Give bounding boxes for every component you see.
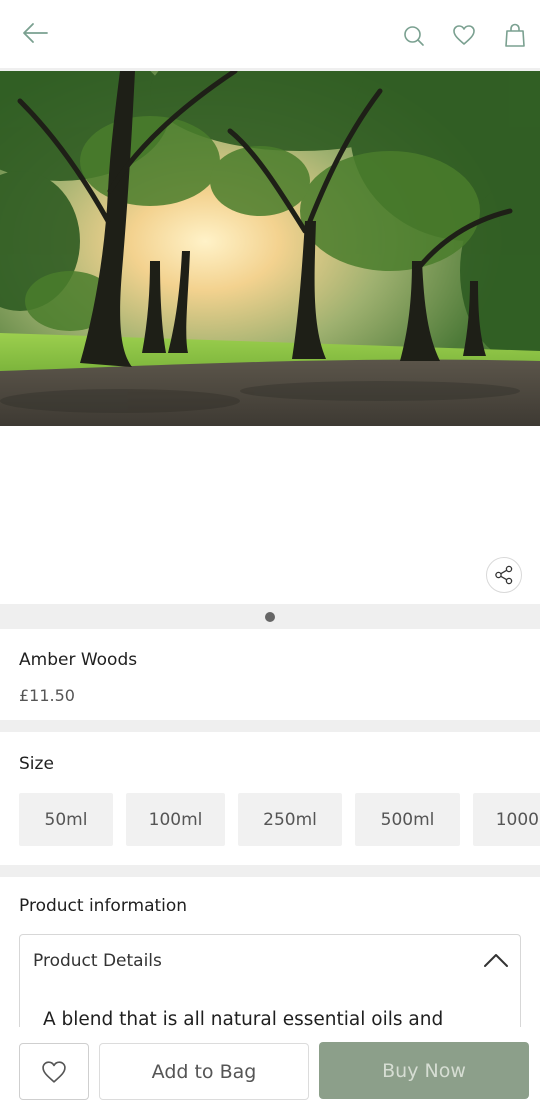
- size-option-50ml[interactable]: 50ml: [19, 793, 113, 846]
- search-icon: [404, 26, 424, 46]
- shopping-bag-icon: [505, 23, 525, 47]
- size-option-500ml[interactable]: 500ml: [355, 793, 460, 846]
- forest-image: [0, 71, 540, 426]
- search-button[interactable]: [399, 22, 429, 50]
- chevron-up-icon[interactable]: [482, 949, 510, 971]
- wishlist-button[interactable]: [449, 21, 479, 49]
- size-label: Size: [19, 754, 54, 774]
- section-divider: [0, 720, 540, 732]
- product-details-title: Product Details: [33, 951, 162, 971]
- image-padding: [0, 426, 540, 604]
- size-options: 50ml 100ml 250ml 500ml 1000ml: [19, 793, 540, 846]
- top-bar: [0, 0, 540, 71]
- back-button[interactable]: [18, 18, 52, 48]
- heart-icon: [453, 25, 475, 45]
- product-image[interactable]: [0, 71, 540, 426]
- arrow-left-icon: [23, 23, 48, 43]
- section-divider: [0, 865, 540, 877]
- size-option-1000ml[interactable]: 1000ml: [473, 793, 540, 846]
- size-option-100ml[interactable]: 100ml: [126, 793, 225, 846]
- share-icon: [495, 565, 513, 585]
- add-to-wishlist-button[interactable]: [19, 1043, 89, 1100]
- product-information-heading: Product information: [19, 896, 188, 916]
- product-name: Amber Woods: [19, 650, 138, 670]
- pager-dot-active[interactable]: [265, 612, 275, 622]
- share-button[interactable]: [486, 557, 522, 593]
- bottom-action-bar: Add to Bag Buy Now: [0, 1027, 540, 1109]
- product-price: £11.50: [19, 686, 75, 705]
- add-to-bag-button[interactable]: Add to Bag: [99, 1043, 309, 1100]
- size-option-250ml[interactable]: 250ml: [238, 793, 342, 846]
- image-pager: [0, 604, 540, 629]
- heart-icon: [42, 1060, 66, 1083]
- bag-button[interactable]: [500, 20, 530, 50]
- buy-now-button[interactable]: Buy Now: [319, 1042, 529, 1099]
